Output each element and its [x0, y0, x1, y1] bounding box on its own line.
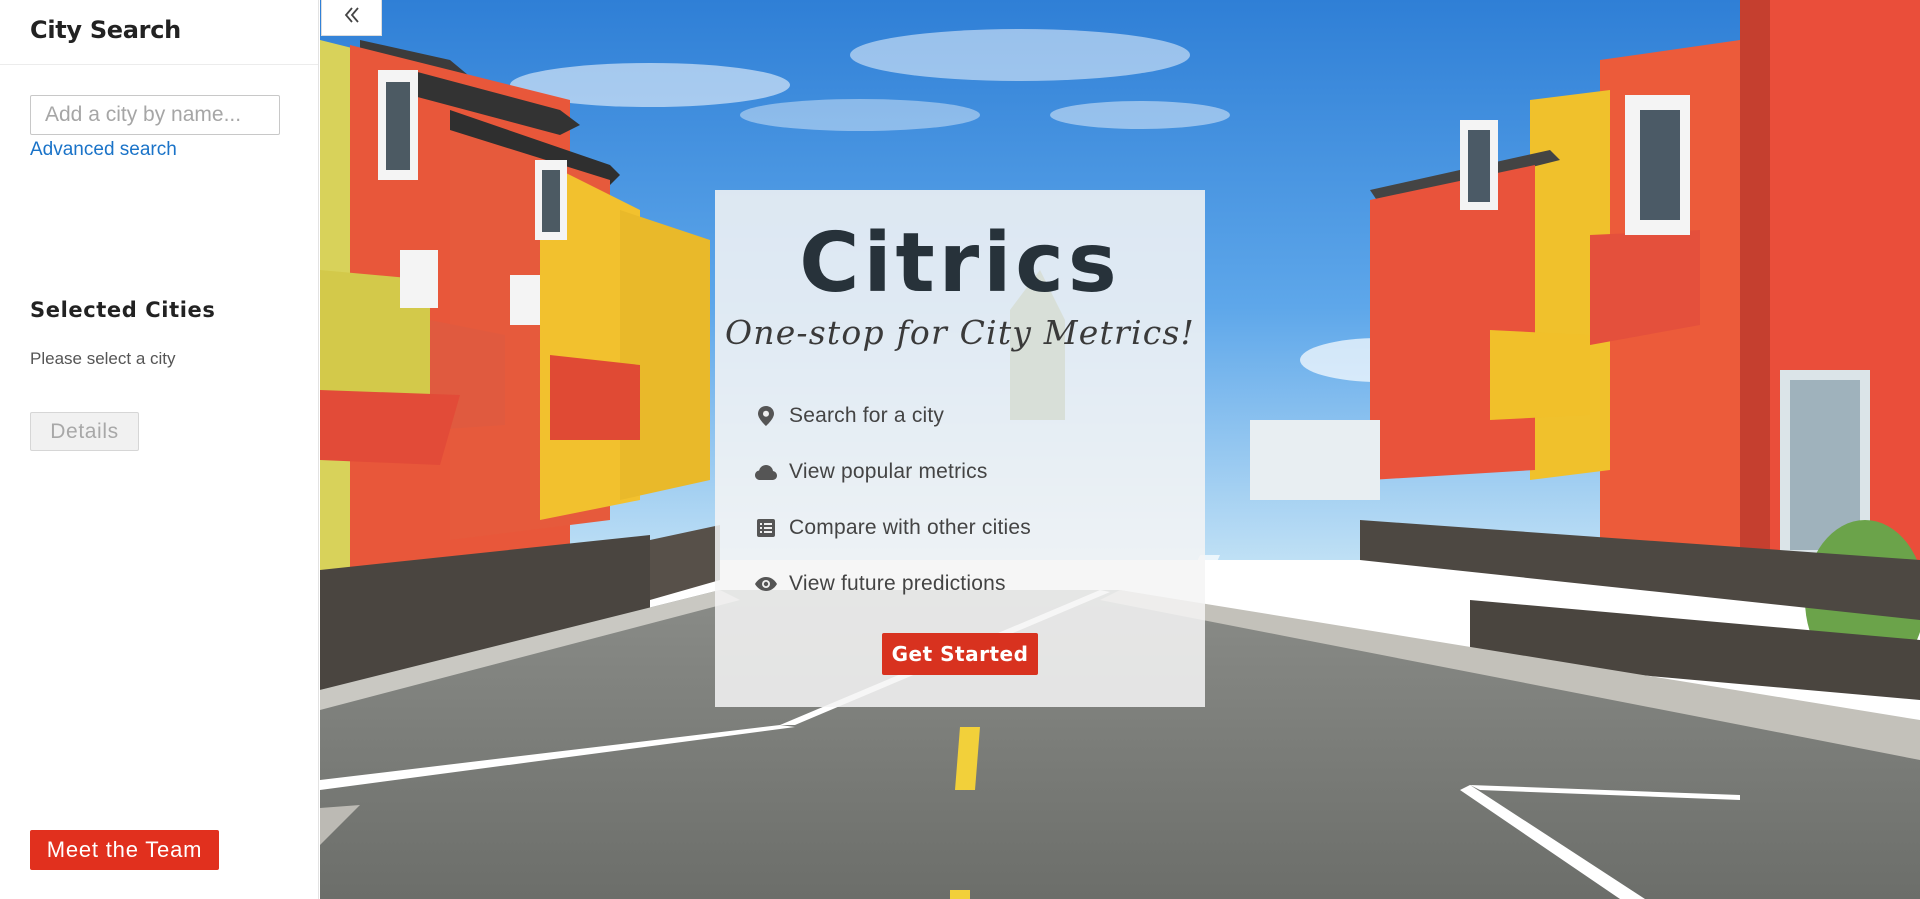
hero-card: Citrics One-stop for City Metrics! Searc…	[715, 190, 1205, 707]
selected-cities-empty-text: Please select a city	[30, 349, 176, 368]
feature-label: Compare with other cities	[789, 516, 1031, 539]
details-button[interactable]: Details	[30, 412, 139, 451]
sidebar-title: City Search	[30, 16, 181, 44]
hero-title: Citrics	[799, 216, 1121, 311]
feature-item: View future predictions	[755, 572, 1006, 596]
advanced-search-link[interactable]: Advanced search	[30, 139, 177, 161]
feature-label: Search for a city	[789, 404, 945, 427]
selected-cities-heading: Selected Cities	[30, 298, 216, 322]
cloud-icon	[755, 461, 777, 483]
city-search-input[interactable]	[30, 95, 280, 135]
feature-item: View popular metrics	[755, 460, 988, 484]
hero-subtitle: One-stop for City Metrics!	[725, 313, 1195, 352]
feature-item: Compare with other cities	[755, 516, 1031, 540]
feature-label: View popular metrics	[789, 460, 988, 483]
sidebar: City Search Advanced search Selected Cit…	[0, 0, 319, 899]
collapse-sidebar-button[interactable]	[321, 0, 382, 36]
map-pin-icon	[755, 405, 777, 427]
feature-item: Search for a city	[755, 404, 944, 428]
list-icon	[755, 517, 777, 539]
feature-label: View future predictions	[789, 572, 1006, 595]
sidebar-header: City Search	[0, 0, 318, 65]
get-started-button[interactable]: Get Started	[882, 633, 1038, 675]
meet-the-team-button[interactable]: Meet the Team	[30, 830, 219, 870]
double-chevron-left-icon	[342, 5, 362, 30]
eye-icon	[755, 573, 777, 595]
